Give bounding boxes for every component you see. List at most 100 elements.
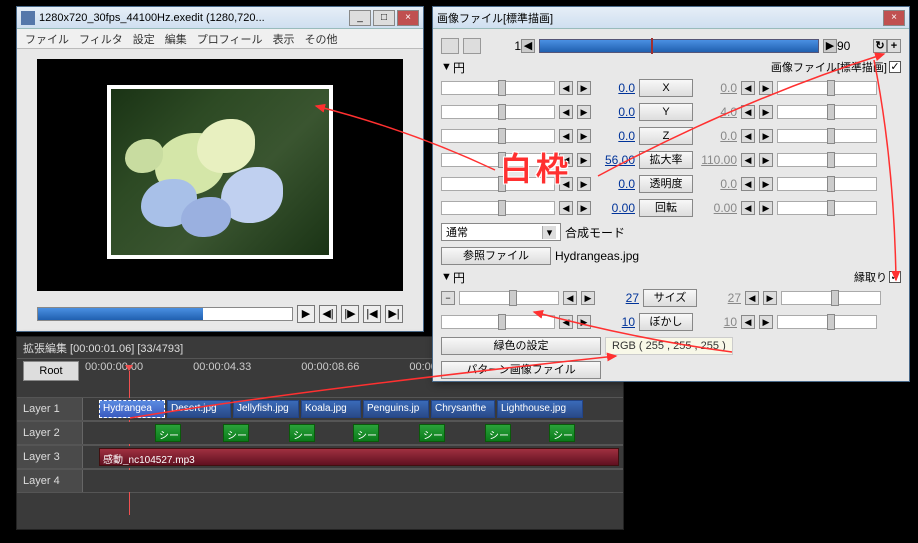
menu-edit[interactable]: 編集	[165, 31, 187, 47]
clip-penguins[interactable]: Penguins.jp	[363, 400, 429, 418]
param-dec-l-1[interactable]: ◀	[559, 105, 573, 119]
reference-file-button[interactable]: 参照ファイル	[441, 247, 551, 265]
param-dec-l-2[interactable]: ◀	[559, 129, 573, 143]
param-val-l-5[interactable]: 0.00	[595, 201, 635, 215]
clip-scene-5[interactable]: シー	[419, 424, 445, 442]
param-inc-l-3[interactable]: ▶	[577, 153, 591, 167]
size-slider-r[interactable]	[781, 291, 881, 305]
param-dec-r-5[interactable]: ◀	[741, 201, 755, 215]
clip-scene-3[interactable]: シー	[289, 424, 315, 442]
param-inc-l-0[interactable]: ▶	[577, 81, 591, 95]
param-val-r-2[interactable]: 0.0	[697, 129, 737, 143]
clip-desert[interactable]: Desert.jpg	[167, 400, 231, 418]
frame-back-button[interactable]: ◀	[521, 39, 535, 53]
param-btn-1[interactable]: Y	[639, 103, 693, 121]
param-slider-l-5[interactable]	[441, 201, 555, 215]
layer-2-label[interactable]: Layer 2	[17, 422, 83, 444]
menu-settings[interactable]: 設定	[133, 31, 155, 47]
prev-object-icon[interactable]	[441, 38, 459, 54]
param-slider-r-2[interactable]	[777, 129, 877, 143]
layer-1-track[interactable]: Hydrangea Desert.jpg Jellyfish.jpg Koala…	[83, 398, 623, 420]
param-val-l-0[interactable]: 0.0	[595, 81, 635, 95]
menu-other[interactable]: その他	[305, 31, 338, 47]
param-inc-l-4[interactable]: ▶	[577, 177, 591, 191]
param-val-r-1[interactable]: 4.0	[697, 105, 737, 119]
layer-3-label[interactable]: Layer 3	[17, 446, 83, 468]
param-btn-0[interactable]: X	[639, 79, 693, 97]
param-dec-l-0[interactable]: ◀	[559, 81, 573, 95]
param-inc-l-2[interactable]: ▶	[577, 129, 591, 143]
param-dec-l-4[interactable]: ◀	[559, 177, 573, 191]
minimize-button[interactable]: _	[349, 10, 371, 26]
param-val-l-4[interactable]: 0.0	[595, 177, 635, 191]
layer-1-label[interactable]: Layer 1	[17, 398, 83, 420]
blur-slider-r[interactable]	[777, 315, 877, 329]
param-dec-l-5[interactable]: ◀	[559, 201, 573, 215]
pattern-file-button[interactable]: パターン画像ファイル	[441, 361, 601, 379]
dec-button[interactable]: −	[441, 291, 455, 305]
param-inc-l-5[interactable]: ▶	[577, 201, 591, 215]
root-button[interactable]: Root	[23, 361, 79, 381]
size-left[interactable]: 27	[599, 291, 639, 305]
size-slider[interactable]	[459, 291, 559, 305]
param-inc-r-4[interactable]: ▶	[759, 177, 773, 191]
param-val-l-3[interactable]: 56.00	[595, 153, 635, 167]
clip-lighthouse[interactable]: Lighthouse.jpg	[497, 400, 583, 418]
maximize-button[interactable]: □	[373, 10, 395, 26]
blur-button[interactable]: ぼかし	[639, 313, 693, 331]
preview-titlebar[interactable]: 1280x720_30fps_44100Hz.exedit (1280,720.…	[17, 7, 423, 29]
add-filter-button[interactable]: +	[887, 39, 901, 53]
param-slider-l-2[interactable]	[441, 129, 555, 143]
menu-file[interactable]: ファイル	[25, 31, 69, 47]
blur-slider[interactable]	[441, 315, 555, 329]
clip-scene-4[interactable]: シー	[353, 424, 379, 442]
br-r[interactable]: ▶	[759, 315, 773, 329]
step-fwd-button[interactable]: |▶	[341, 305, 359, 323]
seek-bar[interactable]	[37, 307, 293, 321]
property-close-button[interactable]: ×	[883, 10, 905, 26]
param-btn-2[interactable]: Z	[639, 127, 693, 145]
param-slider-l-3[interactable]	[441, 153, 555, 167]
menu-profile[interactable]: プロフィール	[197, 31, 263, 47]
close-button[interactable]: ×	[397, 10, 419, 26]
clip-scene-1[interactable]: シー	[155, 424, 181, 442]
blur-right[interactable]: 10	[697, 315, 737, 329]
bl-l[interactable]: ◀	[559, 315, 573, 329]
param-inc-r-2[interactable]: ▶	[759, 129, 773, 143]
bl-r[interactable]: ▶	[577, 315, 591, 329]
param-val-l-2[interactable]: 0.0	[595, 129, 635, 143]
size-right[interactable]: 27	[701, 291, 741, 305]
param-slider-l-0[interactable]	[441, 81, 555, 95]
param-val-l-1[interactable]: 0.0	[595, 105, 635, 119]
param-btn-3[interactable]: 拡大率	[639, 151, 693, 169]
clip-scene-6[interactable]: シー	[485, 424, 511, 442]
clip-hydrangea[interactable]: Hydrangea	[99, 400, 165, 418]
param-val-r-0[interactable]: 0.0	[697, 81, 737, 95]
param-inc-l-1[interactable]: ▶	[577, 105, 591, 119]
blur-left[interactable]: 10	[595, 315, 635, 329]
param-slider-r-1[interactable]	[777, 105, 877, 119]
menu-filter[interactable]: フィルタ	[79, 31, 123, 47]
param-inc-r-5[interactable]: ▶	[759, 201, 773, 215]
frame-fwd-button[interactable]: ▶	[823, 39, 837, 53]
sl-l[interactable]: ◀	[563, 291, 577, 305]
frame-slider[interactable]	[539, 39, 819, 53]
param-dec-r-1[interactable]: ◀	[741, 105, 755, 119]
property-titlebar[interactable]: 画像ファイル[標準描画] ×	[433, 7, 909, 29]
menu-view[interactable]: 表示	[273, 31, 295, 47]
clip-audio[interactable]: 感動_nc104527.mp3	[99, 448, 619, 466]
sr-r[interactable]: ▶	[763, 291, 777, 305]
param-dec-l-3[interactable]: ◀	[559, 153, 573, 167]
section-toggle-2[interactable]: ▼	[441, 271, 453, 283]
param-inc-r-1[interactable]: ▶	[759, 105, 773, 119]
skip-fwd-button[interactable]: ▶|	[385, 305, 403, 323]
param-dec-r-4[interactable]: ◀	[741, 177, 755, 191]
blend-mode-select[interactable]: 通常 ▾	[441, 223, 561, 241]
param-btn-4[interactable]: 透明度	[639, 175, 693, 193]
param-val-r-5[interactable]: 0.00	[697, 201, 737, 215]
param-inc-r-0[interactable]: ▶	[759, 81, 773, 95]
param-dec-r-2[interactable]: ◀	[741, 129, 755, 143]
size-button[interactable]: サイズ	[643, 289, 697, 307]
param-inc-r-3[interactable]: ▶	[759, 153, 773, 167]
param-slider-r-4[interactable]	[777, 177, 877, 191]
